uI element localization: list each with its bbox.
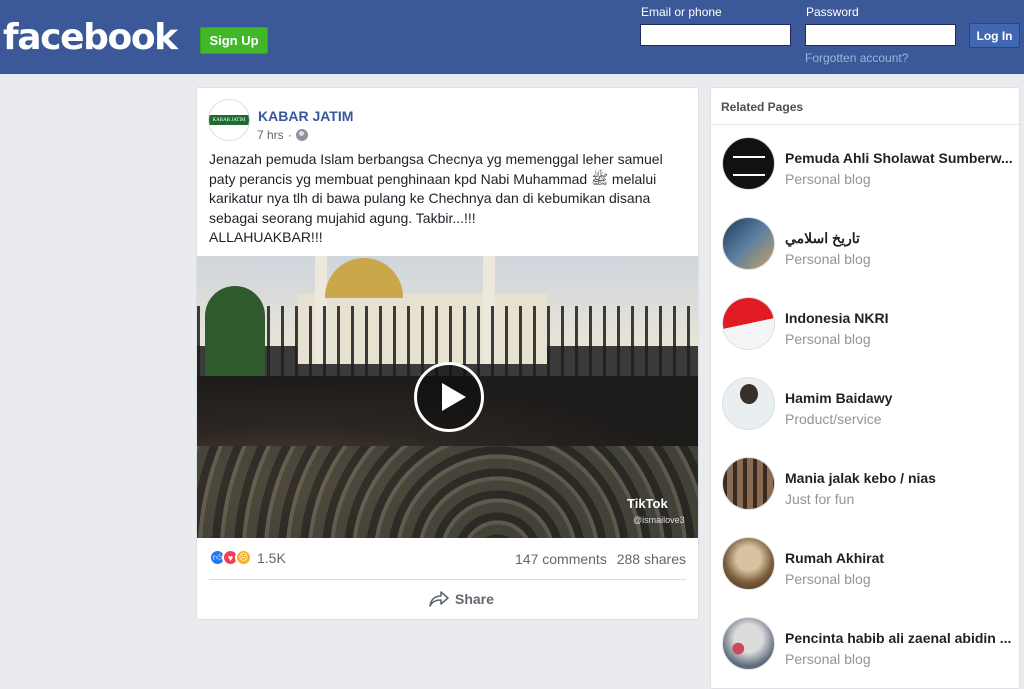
page-avatar[interactable]: KABAR JATIM <box>208 99 250 141</box>
shares-count-link[interactable]: 288 shares <box>617 551 686 567</box>
facebook-logo[interactable]: facebook <box>3 14 178 62</box>
password-label: Password <box>806 5 859 19</box>
tiktok-watermark: TikTok <box>627 496 668 511</box>
related-page-avatar[interactable] <box>722 537 775 590</box>
page-avatar-text: KABAR JATIM <box>209 115 249 125</box>
post-meta: 7 hrs · <box>257 128 308 142</box>
related-page-item[interactable]: Rumah Akhirat Personal blog <box>722 537 1017 592</box>
related-page-name[interactable]: Hamim Baidawy <box>785 390 1015 406</box>
related-page-category: Personal blog <box>785 571 871 587</box>
related-page-avatar[interactable] <box>717 292 780 355</box>
signup-button[interactable]: Sign Up <box>200 27 268 54</box>
related-page-avatar[interactable] <box>722 377 775 430</box>
reaction-count: 1.5K <box>257 549 286 566</box>
post-body: Jenazah pemuda Islam berbangsa Checnya y… <box>209 151 663 245</box>
sad-reaction-icon: ☹ <box>235 549 252 566</box>
video-player[interactable]: TikTok @ismailove3 <box>197 256 698 538</box>
related-page-name[interactable]: Rumah Akhirat <box>785 550 1015 566</box>
action-divider <box>209 579 686 580</box>
related-page-name[interactable]: Pemuda Ahli Sholawat Sumberw... <box>785 150 1015 166</box>
related-divider <box>711 124 1019 125</box>
related-pages-panel: Related Pages Pemuda Ahli Sholawat Sumbe… <box>710 87 1020 689</box>
related-page-item[interactable]: تاريخ اسلامي Personal blog <box>722 217 1017 272</box>
related-page-category: Personal blog <box>785 251 871 267</box>
related-page-avatar[interactable] <box>722 137 775 190</box>
related-pages-title: Related Pages <box>721 100 804 114</box>
tiktok-handle: @ismailove3 <box>633 515 685 525</box>
related-page-name[interactable]: Pencinta habib ali zaenal abidin ... <box>785 630 1015 646</box>
related-page-category: Just for fun <box>785 491 855 507</box>
play-icon[interactable] <box>414 362 484 432</box>
top-bar: facebook Sign Up Email or phone Password… <box>0 0 1024 74</box>
related-page-item[interactable]: Indonesia NKRI Personal blog <box>717 292 1017 355</box>
related-page-item[interactable]: Hamim Baidawy Product/service <box>722 377 1017 432</box>
related-page-avatar[interactable] <box>722 217 775 270</box>
related-page-category: Personal blog <box>785 171 871 187</box>
email-field[interactable] <box>640 24 791 46</box>
post-stats: 147 comments 288 shares <box>515 551 686 567</box>
related-page-category: Product/service <box>785 411 882 427</box>
related-page-avatar[interactable] <box>722 617 775 670</box>
email-label: Email or phone <box>641 5 722 19</box>
globe-icon <box>295 129 308 141</box>
related-page-category: Personal blog <box>785 651 871 667</box>
page-name-link[interactable]: KABAR JATIM <box>258 108 353 124</box>
video-crowd-foreground <box>197 446 698 538</box>
forgot-account-link[interactable]: Forgotten account? <box>805 51 908 65</box>
related-page-avatar[interactable] <box>722 457 775 510</box>
password-field[interactable] <box>805 24 956 46</box>
share-label: Share <box>455 591 494 607</box>
post-text: Jenazah pemuda Islam berbangsa Checnya y… <box>209 150 689 248</box>
share-icon <box>429 591 449 607</box>
post-time[interactable]: 7 hrs <box>257 128 284 142</box>
comments-count-link[interactable]: 147 comments <box>515 551 607 567</box>
related-page-name[interactable]: Indonesia NKRI <box>785 310 1015 326</box>
related-page-name[interactable]: Mania jalak kebo / nias <box>785 470 1015 486</box>
related-page-name[interactable]: تاريخ اسلامي <box>785 230 1015 247</box>
related-page-category: Personal blog <box>785 331 871 347</box>
related-page-item[interactable]: Mania jalak kebo / nias Just for fun <box>722 457 1017 512</box>
login-button[interactable]: Log In <box>969 23 1020 48</box>
post-card: KABAR JATIM KABAR JATIM 7 hrs · Jenazah … <box>196 87 699 620</box>
share-button[interactable]: Share <box>429 591 494 607</box>
related-page-item[interactable]: Pencinta habib ali zaenal abidin ... Per… <box>722 617 1017 672</box>
related-page-item[interactable]: Pemuda Ahli Sholawat Sumberw... Personal… <box>722 137 1017 192</box>
reaction-summary[interactable]: 👍︎ ♥ ☹ 1.5K <box>209 549 286 566</box>
meta-separator: · <box>287 128 292 142</box>
